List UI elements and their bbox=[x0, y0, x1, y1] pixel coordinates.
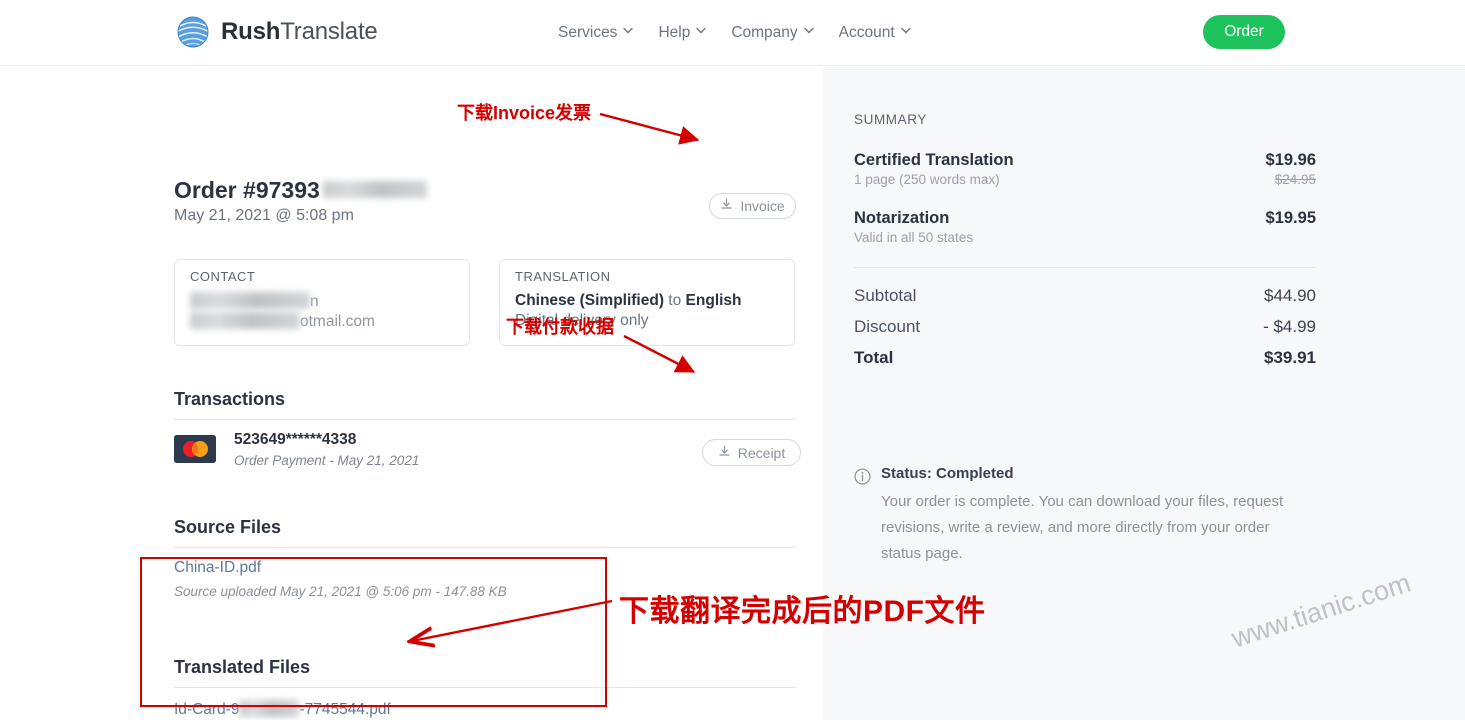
transactions-heading: Transactions bbox=[174, 389, 286, 409]
translation-card-label: TRANSLATION bbox=[515, 269, 611, 284]
order-number-redaction bbox=[322, 181, 427, 198]
contact-name: n bbox=[190, 292, 319, 311]
total-value: $39.91 bbox=[1264, 348, 1316, 367]
invoice-download-button[interactable]: Invoice bbox=[709, 193, 796, 219]
receipt-button-label: Receipt bbox=[737, 444, 786, 461]
nav-item-help[interactable]: Help bbox=[658, 19, 707, 47]
invoice-button-label: Invoice bbox=[740, 198, 785, 214]
subtotal-value: $44.90 bbox=[1264, 286, 1316, 305]
logo-bold-text: Rush bbox=[221, 18, 281, 45]
order-button[interactable]: Order bbox=[1203, 15, 1285, 49]
logo-light-text: Translate bbox=[280, 18, 378, 45]
nav-label-services: Services bbox=[558, 24, 618, 41]
nav-label-company: Company bbox=[731, 24, 798, 41]
order-date: May 21, 2021 @ 5:08 pm bbox=[174, 207, 354, 224]
contact-card: CONTACT n otmail.com bbox=[174, 259, 470, 346]
logo-wordmark: RushTranslate bbox=[221, 13, 378, 51]
source-language: Chinese (Simplified) bbox=[515, 292, 664, 309]
target-language: English bbox=[685, 292, 742, 309]
order-detail-page: RushTranslate Services Help Company Acco… bbox=[0, 0, 1465, 720]
chevron-down-icon bbox=[900, 27, 911, 36]
transaction-description: Order Payment - May 21, 2021 bbox=[234, 453, 420, 468]
summary-line-item-notarization: Notarization $19.95 bbox=[854, 209, 1316, 228]
nav-label-account: Account bbox=[838, 24, 895, 41]
site-header: RushTranslate Services Help Company Acco… bbox=[0, 0, 1465, 66]
source-files-heading: Source Files bbox=[174, 517, 282, 537]
globe-logo-icon bbox=[174, 13, 212, 51]
contact-card-label: CONTACT bbox=[190, 269, 256, 284]
page-title: Order #97393 bbox=[174, 177, 427, 204]
info-circle-icon bbox=[854, 468, 871, 566]
summary-subtotal-row: Subtotal $44.90 bbox=[854, 286, 1316, 306]
status-badge: Status: Completed bbox=[881, 465, 1014, 482]
nav-label-help: Help bbox=[658, 24, 691, 41]
mastercard-icon bbox=[174, 435, 216, 463]
subtotal-label: Subtotal bbox=[854, 286, 917, 305]
summary-total-row: Total $39.91 bbox=[854, 348, 1316, 368]
annotation-invoice-note: 下载Invoice发票 bbox=[457, 103, 592, 123]
download-icon bbox=[718, 445, 731, 461]
download-icon bbox=[720, 198, 733, 214]
line-item-subtitle: 1 page (250 words max) bbox=[854, 172, 1000, 187]
discount-value: - $4.99 bbox=[1263, 317, 1316, 336]
status-description: Your order is complete. You can download… bbox=[881, 493, 1284, 562]
receipt-download-button[interactable]: Receipt bbox=[702, 439, 801, 466]
summary-label: SUMMARY bbox=[854, 112, 927, 127]
nav-item-account[interactable]: Account bbox=[838, 19, 911, 47]
main-navigation: Services Help Company Account bbox=[558, 19, 911, 47]
summary-discount-row: Discount - $4.99 bbox=[854, 317, 1316, 337]
summary-spacer bbox=[854, 187, 1316, 209]
contact-email-redaction bbox=[190, 312, 300, 329]
chevron-down-icon bbox=[803, 27, 814, 36]
total-label: Total bbox=[854, 348, 894, 367]
order-status-block: Status: Completed Your order is complete… bbox=[854, 465, 1304, 566]
nav-item-services[interactable]: Services bbox=[558, 19, 634, 47]
contact-email: otmail.com bbox=[190, 312, 375, 331]
site-logo[interactable]: RushTranslate bbox=[174, 13, 378, 51]
language-connector: to bbox=[664, 292, 686, 309]
transactions-divider bbox=[174, 419, 796, 420]
summary-line-item-subtext: Valid in all 50 states bbox=[854, 230, 1316, 245]
line-item-amount: $19.96 bbox=[1265, 151, 1316, 169]
contact-name-visible: n bbox=[310, 293, 319, 310]
line-item-title: Notarization bbox=[854, 209, 950, 227]
nav-item-company[interactable]: Company bbox=[731, 19, 814, 47]
status-text-wrap: Status: Completed Your order is complete… bbox=[881, 465, 1304, 566]
summary-divider bbox=[854, 267, 1316, 268]
line-item-title: Certified Translation bbox=[854, 151, 1014, 169]
line-item-original-amount: $24.95 bbox=[1274, 172, 1316, 187]
order-number: Order #97393 bbox=[174, 177, 320, 203]
contact-email-visible: otmail.com bbox=[300, 313, 375, 330]
translation-languages: Chinese (Simplified) to English bbox=[515, 292, 742, 310]
summary-line-item-certified-translation: Certified Translation $19.96 bbox=[854, 151, 1316, 170]
discount-label: Discount bbox=[854, 317, 921, 336]
source-files-divider bbox=[174, 547, 796, 548]
contact-name-redaction bbox=[190, 292, 310, 309]
transaction-card-number: 523649******4338 bbox=[234, 431, 357, 448]
summary-content: SUMMARY Certified Translation $19.96 1 p… bbox=[854, 112, 1316, 379]
line-item-amount: $19.95 bbox=[1265, 209, 1316, 227]
annotation-highlight-box bbox=[140, 557, 607, 707]
summary-line-item-subtext: 1 page (250 words max) $24.95 bbox=[854, 172, 1316, 187]
line-item-subtitle: Valid in all 50 states bbox=[854, 230, 974, 245]
chevron-down-icon bbox=[623, 27, 634, 36]
chevron-down-icon bbox=[696, 27, 707, 36]
annotation-translated-note: 下载翻译完成后的PDF文件 bbox=[619, 595, 986, 628]
annotation-receipt-note: 下载付款收据 bbox=[506, 317, 614, 337]
